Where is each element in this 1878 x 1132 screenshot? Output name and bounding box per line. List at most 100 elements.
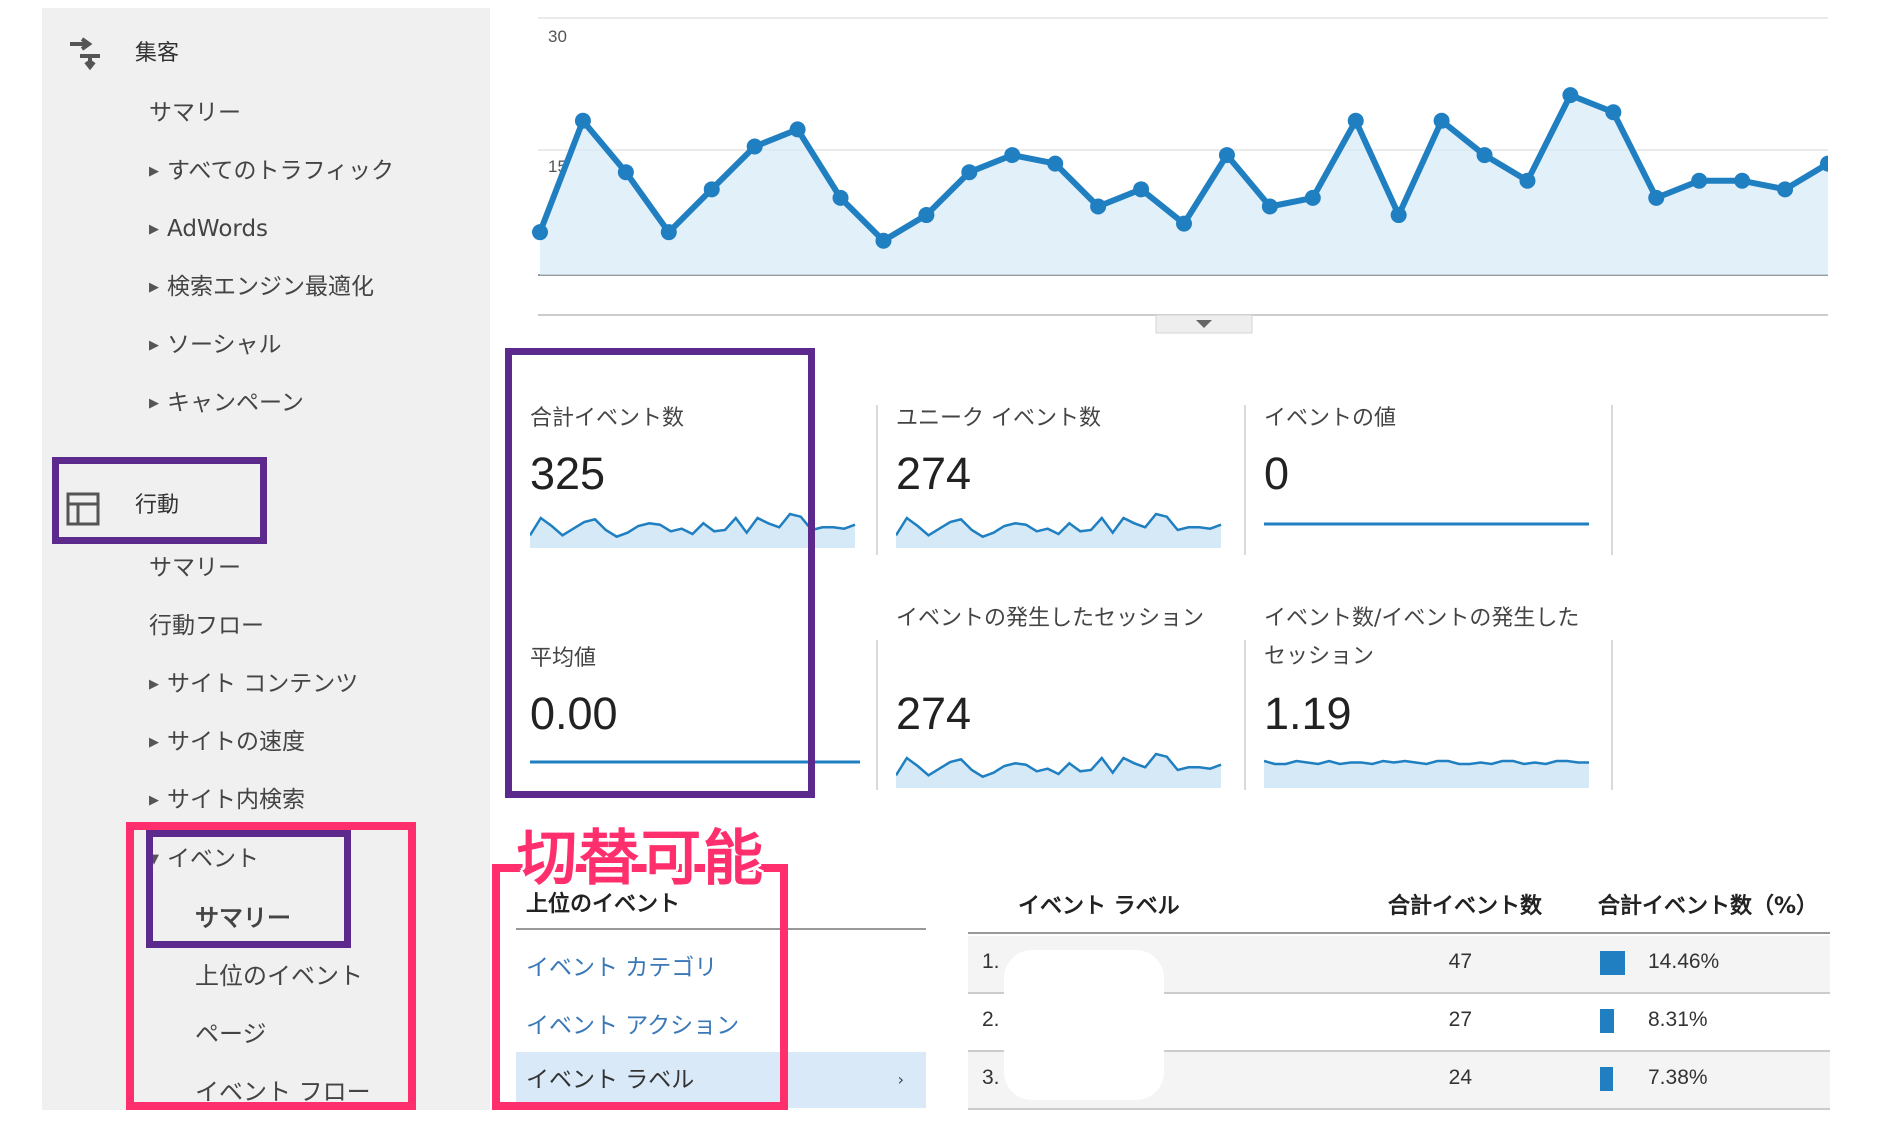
scorecard-divider	[876, 640, 878, 790]
row-share-pct: 14.46%	[1648, 950, 1720, 973]
scorecard-divider	[1244, 405, 1246, 555]
scorecard-label: 合計イベント数	[530, 406, 685, 431]
nav-item-behavior-flow[interactable]: 行動フロー	[149, 611, 264, 641]
data-point[interactable]	[875, 232, 892, 249]
dimension-option-label: イベント ラベル	[526, 1067, 695, 1093]
nav-item-adwords[interactable]: ▶ AdWords	[149, 214, 268, 245]
row-share-pct: 8.31%	[1648, 1008, 1708, 1031]
nav-item-label: 検索エンジン最適化	[167, 274, 374, 300]
column-header-total-events-pct[interactable]: 合計イベント数（%）	[1598, 888, 1818, 920]
data-point[interactable]	[1519, 172, 1536, 189]
scorecard-label: イベント数/イベントの発生したセッション	[1264, 606, 1580, 669]
nav-item-label: ソーシャル	[167, 332, 282, 358]
data-point[interactable]	[1433, 112, 1450, 129]
row-number: 3.	[982, 1066, 1000, 1089]
nav-item-label: サイトの速度	[167, 729, 305, 755]
nav-item-events-pages[interactable]: ページ	[195, 1019, 267, 1049]
nav-item-seo[interactable]: ▶ 検索エンジン最適化	[149, 272, 374, 303]
data-point[interactable]	[1734, 172, 1751, 189]
scorecard-total-events[interactable]: 合計イベント数 325	[530, 400, 870, 570]
data-point[interactable]	[1777, 181, 1794, 198]
dimension-option-event-label[interactable]: イベント ラベル ›	[516, 1052, 926, 1108]
data-point[interactable]	[1605, 104, 1622, 121]
nav-item-site-speed[interactable]: ▶ サイトの速度	[149, 727, 305, 758]
dimension-option-event-category[interactable]: イベント カテゴリ	[526, 948, 717, 982]
data-point[interactable]	[1476, 147, 1493, 164]
nav-item-acquisition-summary[interactable]: サマリー	[149, 98, 241, 128]
row-total-events: 24	[1448, 1066, 1472, 1089]
data-point[interactable]	[660, 224, 677, 241]
scorecard-value: 325	[530, 448, 606, 499]
data-point[interactable]	[1133, 181, 1150, 198]
data-point[interactable]	[1218, 147, 1235, 164]
nav-item-label: AdWords	[167, 216, 269, 242]
series-area	[540, 95, 1828, 275]
data-point[interactable]	[1261, 198, 1278, 215]
nav-item-events[interactable]: ▼ イベント	[149, 844, 259, 875]
caret-right-icon: ▶	[149, 793, 159, 808]
scorecard-label: ユニーク イベント数	[896, 406, 1101, 431]
column-header-event-label[interactable]: イベント ラベル	[1018, 888, 1180, 920]
data-point[interactable]	[617, 164, 634, 181]
nav-item-events-flow[interactable]: イベント フロー	[195, 1077, 371, 1107]
nav-item-all-traffic[interactable]: ▶ すべてのトラフィック	[149, 156, 394, 187]
data-point[interactable]	[746, 138, 763, 155]
dimension-option-event-action[interactable]: イベント アクション	[526, 1006, 739, 1040]
data-point[interactable]	[789, 121, 806, 138]
scorecard-value: 0.00	[530, 688, 618, 739]
data-point[interactable]	[703, 181, 720, 198]
scorecard-value: 1.19	[1264, 688, 1352, 739]
row-total-events: 27	[1448, 1008, 1472, 1031]
caret-right-icon: ▶	[149, 735, 159, 750]
nav-item-site-search[interactable]: ▶ サイト内検索	[149, 785, 305, 816]
caret-down-icon: ▼	[149, 852, 159, 867]
data-point[interactable]	[1390, 207, 1407, 224]
nav-item-events-summary[interactable]: サマリー	[195, 903, 291, 933]
scorecard-label: 平均値	[530, 646, 597, 671]
data-point[interactable]	[1347, 112, 1364, 129]
data-point[interactable]	[832, 189, 849, 206]
nav-item-label: キャンペーン	[167, 390, 304, 416]
sparkline-unique-events	[896, 512, 1222, 548]
nav-item-campaigns[interactable]: ▶ キャンペーン	[149, 388, 304, 419]
data-point[interactable]	[918, 207, 935, 224]
data-point[interactable]	[1691, 172, 1708, 189]
row-total-events: 47	[1448, 950, 1472, 973]
sidebar-nav: 集客 サマリー ▶ すべてのトラフィック ▶ AdWords ▶ 検索エンジン最適化 …	[42, 8, 490, 1110]
nav-item-behavior-summary[interactable]: サマリー	[149, 553, 241, 583]
nav-item-top-events[interactable]: 上位のイベント	[195, 961, 363, 991]
data-point[interactable]	[1176, 215, 1192, 232]
sparkline-event-value-flat	[1264, 522, 1589, 526]
sparkline-avg-value-flat	[530, 760, 860, 764]
scorecard-unique-events[interactable]: ユニーク イベント数 274	[896, 400, 1236, 570]
line-chart-svg: 30 15	[532, 17, 1828, 334]
data-point[interactable]	[1648, 189, 1665, 206]
nav-item-label: イベント	[167, 846, 259, 872]
data-point[interactable]	[574, 112, 591, 129]
primary-dimension-menu: 上位のイベント イベント カテゴリ イベント アクション イベント ラベル ›	[516, 880, 926, 1112]
scorecard-events-per-session[interactable]: イベント数/イベントの発生したセッション 1.19	[1264, 600, 1604, 788]
scorecard-divider	[1611, 405, 1613, 555]
table-header-divider	[968, 932, 1830, 934]
data-point[interactable]	[1047, 155, 1064, 172]
sparkline-events-per-session	[1264, 759, 1589, 788]
data-point[interactable]	[1562, 87, 1579, 104]
nav-item-site-content[interactable]: ▶ サイト コンテンツ	[149, 669, 358, 700]
data-point[interactable]	[961, 164, 978, 181]
nav-item-social[interactable]: ▶ ソーシャル	[149, 330, 282, 361]
caret-right-icon: ▶	[149, 396, 159, 411]
data-point[interactable]	[532, 224, 548, 241]
row-share-pct: 7.38%	[1648, 1066, 1708, 1089]
data-point[interactable]	[1304, 189, 1321, 206]
scorecard-sessions-with-event[interactable]: イベントの発生したセッション 274	[896, 600, 1236, 788]
sparkline-sessions-with-event	[896, 752, 1222, 788]
scorecard-event-value[interactable]: イベントの値 0	[1264, 400, 1604, 570]
scorecard-avg-value[interactable]: 平均値 0.00	[530, 640, 870, 810]
column-header-total-events[interactable]: 合計イベント数	[1388, 888, 1542, 920]
caret-right-icon: ▶	[149, 338, 159, 353]
data-point[interactable]	[1004, 147, 1021, 164]
caret-right-icon: ▶	[149, 677, 159, 692]
scorecard-value: 274	[896, 688, 972, 739]
data-point[interactable]	[1090, 198, 1107, 215]
caret-right-icon: ▶	[149, 222, 159, 237]
